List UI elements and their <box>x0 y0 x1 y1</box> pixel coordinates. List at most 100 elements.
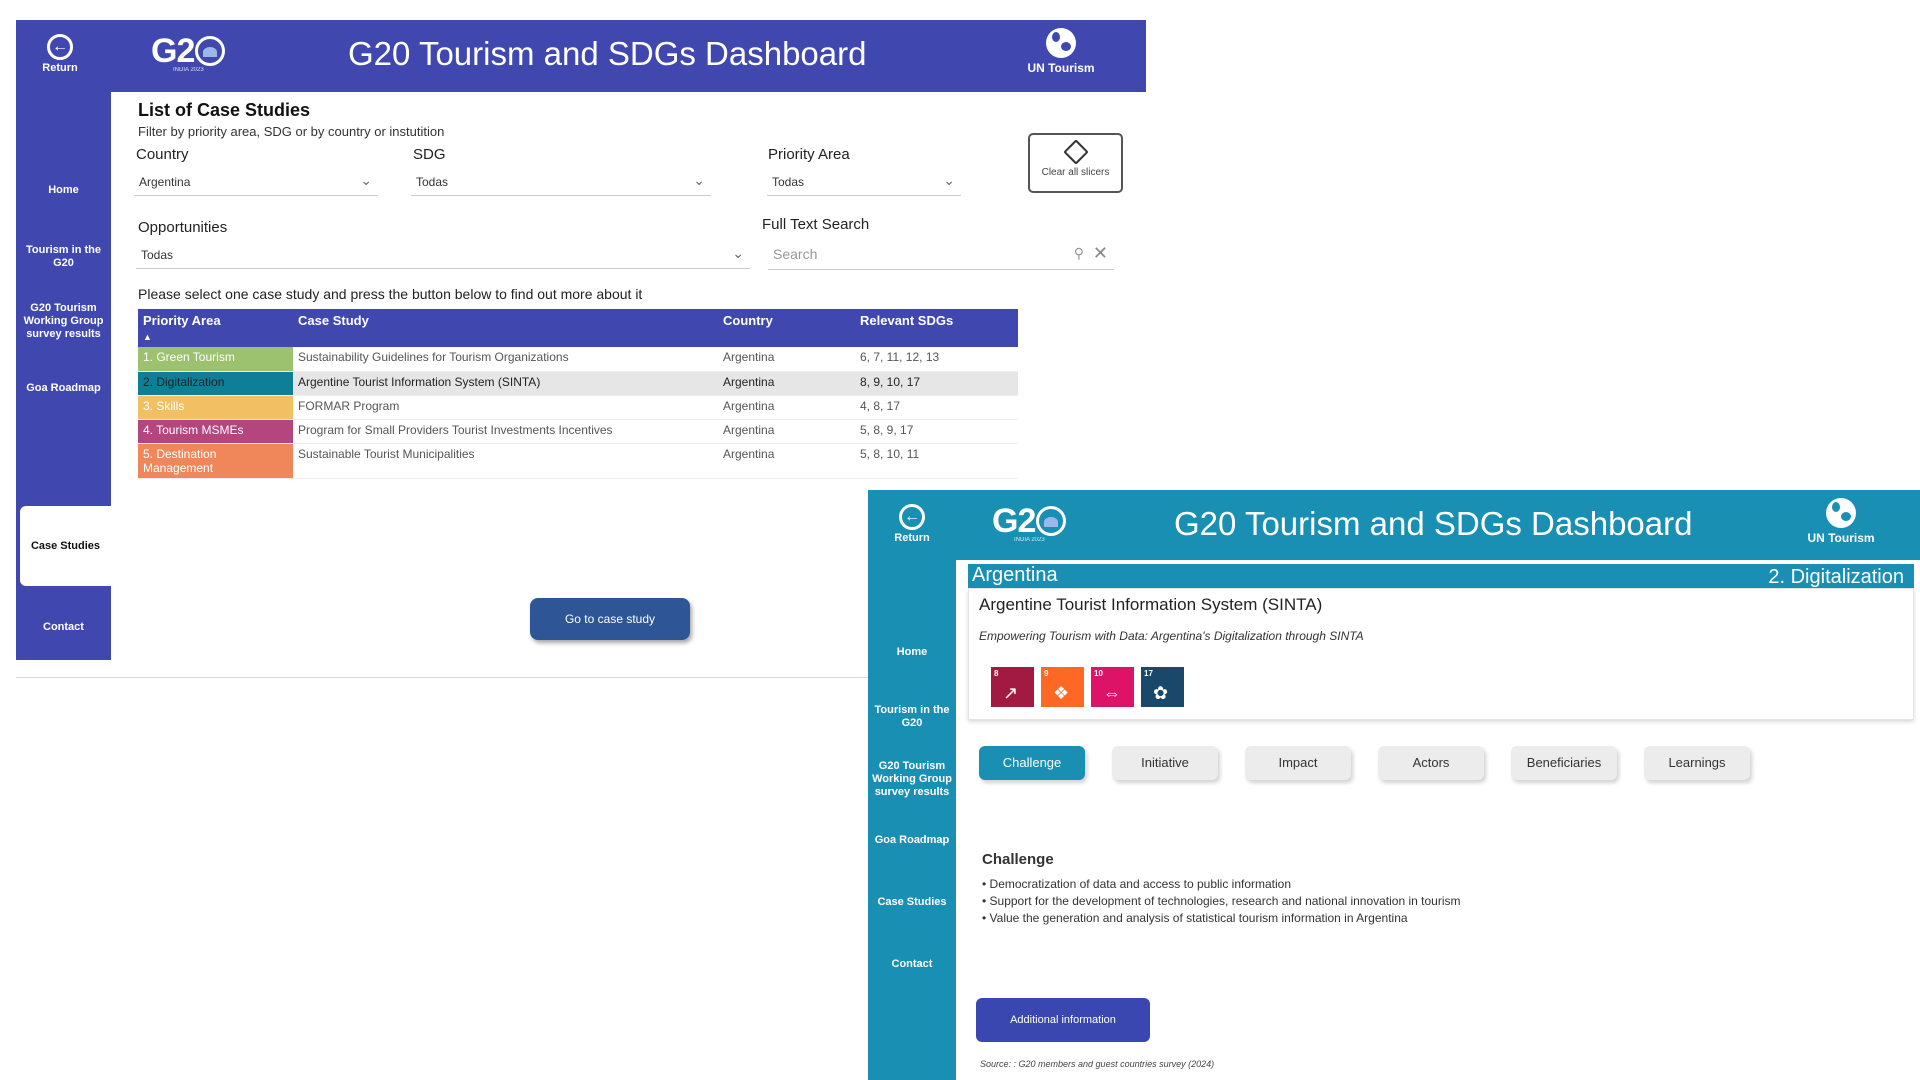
sdg-icons: 8 ↗ 9 ❖ 10 ⇔ 17 ✿ <box>991 667 1184 707</box>
table-cell-country: Argentina <box>718 371 855 396</box>
sdg-8-icon: 8 ↗ <box>991 667 1034 707</box>
country-dropdown[interactable]: Argentina ⌄ <box>134 170 378 196</box>
opportunities-dropdown[interactable]: Todas ⌄ <box>136 243 750 269</box>
table-cell-priority: 4. Tourism MSMEs <box>138 419 293 444</box>
case-study-detail-panel: ← Return G2 INDIA 2023 G20 Tourism and SD… <box>868 490 1920 1080</box>
column-header-sdgs[interactable]: Relevant SDGs <box>855 309 1018 347</box>
case-subtitle: Empowering Tourism with Data: Argentina'… <box>979 629 1364 643</box>
table-row[interactable]: 3. Skills FORMAR Program Argentina 4, 8, 17 <box>138 395 1018 420</box>
challenge-list: • Democratization of data and access to … <box>982 876 1461 927</box>
nav-tourism-in-g20[interactable]: Tourism in the G20 <box>868 704 956 730</box>
tab-challenge[interactable]: Challenge <box>979 746 1085 780</box>
table-row[interactable]: 5. Destination Management Sustainable Tou… <box>138 443 1018 479</box>
sdg-number: 17 <box>1144 669 1153 678</box>
sidebar: Home Tourism in the G20 G20 Tourism Work… <box>16 92 111 660</box>
priority-area-label: Priority Area <box>768 146 850 163</box>
close-icon[interactable]: ✕ <box>1093 243 1108 264</box>
table-cell-case: FORMAR Program <box>293 395 718 420</box>
tab-learnings[interactable]: Learnings <box>1644 746 1750 780</box>
tab-actors[interactable]: Actors <box>1378 746 1484 780</box>
search-icon[interactable]: ⚲ <box>1074 245 1084 262</box>
nav-survey-results[interactable]: G20 Tourism Working Group survey results <box>868 760 956 799</box>
sdg-glyph: ⇔ <box>1103 683 1121 703</box>
tab-bar: Challenge Initiative Impact Actors Beneficia… <box>979 746 1750 780</box>
return-button[interactable]: ← Return <box>888 504 936 544</box>
return-button[interactable]: ← Return <box>36 34 84 74</box>
go-to-case-study-button[interactable]: Go to case study <box>530 598 690 640</box>
nav-tourism-in-g20[interactable]: Tourism in the G20 <box>16 244 111 270</box>
section-title: Challenge <box>982 851 1054 868</box>
nav-goa-roadmap[interactable]: Goa Roadmap <box>16 382 111 395</box>
table-cell-case: Program for Small Providers Tourist Inve… <box>293 419 718 444</box>
page-title: G20 Tourism and SDGs Dashboard <box>1174 505 1693 542</box>
arrow-left-icon: ← <box>47 34 73 60</box>
g20-logo: G2 INDIA 2023 <box>992 502 1067 543</box>
list-subtitle: Filter by priority area, SDG or by count… <box>138 124 445 139</box>
nav-home[interactable]: Home <box>16 184 111 197</box>
table-cell-sdgs: 4, 8, 17 <box>855 395 1018 420</box>
dashboard-header: ← Return G2 INDIA 2023 G20 Tourism and SD… <box>868 490 1920 560</box>
table-cell-priority: 2. Digitalization <box>138 371 293 396</box>
eraser-icon <box>1062 139 1089 165</box>
nav-case-studies[interactable]: Case Studies <box>20 506 111 586</box>
opportunities-label: Opportunities <box>138 219 228 236</box>
table-row[interactable]: 4. Tourism MSMEs Program for Small Provid… <box>138 419 1018 444</box>
sdg-number: 8 <box>994 669 999 678</box>
priority-area-dropdown[interactable]: Todas ⌄ <box>767 170 961 196</box>
nav-case-studies[interactable]: Case Studies <box>868 896 956 909</box>
table-cell-sdgs: 6, 7, 11, 12, 13 <box>855 347 1018 372</box>
table-row[interactable]: 1. Green Tourism Sustainability Guideline… <box>138 347 1018 372</box>
case-study-card: Argentine Tourist Information System (SI… <box>968 588 1914 720</box>
sidebar: Home Tourism in the G20 G20 Tourism Work… <box>868 560 956 1080</box>
column-header-country[interactable]: Country <box>718 309 855 347</box>
arrow-left-icon: ← <box>899 504 925 530</box>
globe-icon <box>1046 28 1076 58</box>
table-cell-case: Sustainable Tourist Municipalities <box>293 443 718 479</box>
table-row[interactable]: 2. Digitalization Argentine Tourist Infor… <box>138 371 1018 396</box>
additional-information-button[interactable]: Additional information <box>976 998 1150 1042</box>
divider <box>16 677 876 678</box>
table-cell-country: Argentina <box>718 395 855 420</box>
nav-home[interactable]: Home <box>868 646 956 659</box>
table-cell-case: Sustainability Guidelines for Tourism Or… <box>293 347 718 372</box>
full-text-search-label: Full Text Search <box>762 216 870 233</box>
un-tourism-logo: UN Tourism <box>1016 28 1106 75</box>
list-item: • Support for the development of technol… <box>982 894 1461 908</box>
country-label: Country <box>136 146 189 163</box>
tab-impact[interactable]: Impact <box>1245 746 1351 780</box>
table-cell-country: Argentina <box>718 419 855 444</box>
sort-asc-icon: ▲ <box>143 332 152 342</box>
search-input[interactable]: Search ⚲ ✕ <box>768 242 1114 270</box>
nav-contact[interactable]: Contact <box>16 621 111 634</box>
sdg-9-icon: 9 ❖ <box>1041 667 1084 707</box>
g20-logo: G2 INDIA 2023 <box>151 32 226 73</box>
country-name: Argentina <box>972 564 1058 586</box>
chevron-down-icon: ⌄ <box>693 172 705 188</box>
clear-all-slicers-button[interactable]: Clear all slicers <box>1028 133 1123 193</box>
list-item: • Value the generation and analysis of s… <box>982 911 1408 925</box>
country-priority-bar: Argentina 2. Digitalization <box>968 564 1914 588</box>
column-header-case-study[interactable]: Case Study <box>293 309 718 347</box>
nav-survey-results[interactable]: G20 Tourism Working Group survey results <box>16 302 111 341</box>
globe-icon <box>1826 498 1856 528</box>
sdg-dropdown[interactable]: Todas ⌄ <box>411 170 711 196</box>
table-cell-sdgs: 5, 8, 9, 17 <box>855 419 1018 444</box>
sdg-number: 10 <box>1094 669 1103 678</box>
sdg-label: SDG <box>413 146 446 163</box>
nav-contact[interactable]: Contact <box>868 958 956 971</box>
priority-area: 2. Digitalization <box>1768 566 1904 588</box>
tab-initiative[interactable]: Initiative <box>1112 746 1218 780</box>
column-header-priority[interactable]: Priority Area ▲ <box>138 309 293 347</box>
list-item: • Democratization of data and access to … <box>982 877 1292 891</box>
chevron-down-icon: ⌄ <box>943 172 955 188</box>
dashboard-header: ← Return G2 INDIA 2023 G20 Tourism and SD… <box>16 20 1146 92</box>
table-cell-country: Argentina <box>718 443 855 479</box>
sdg-glyph: ↗ <box>1003 683 1019 703</box>
sdg-glyph: ✿ <box>1153 683 1169 703</box>
tab-beneficiaries[interactable]: Beneficiaries <box>1511 746 1617 780</box>
case-studies-table: Priority Area ▲ Case Study Country Releva… <box>138 309 1018 479</box>
case-title: Argentine Tourist Information System (SI… <box>979 595 1323 614</box>
un-tourism-logo: UN Tourism <box>1796 498 1886 545</box>
table-cell-case: Argentine Tourist Information System (SI… <box>293 371 718 396</box>
nav-goa-roadmap[interactable]: Goa Roadmap <box>868 834 956 847</box>
